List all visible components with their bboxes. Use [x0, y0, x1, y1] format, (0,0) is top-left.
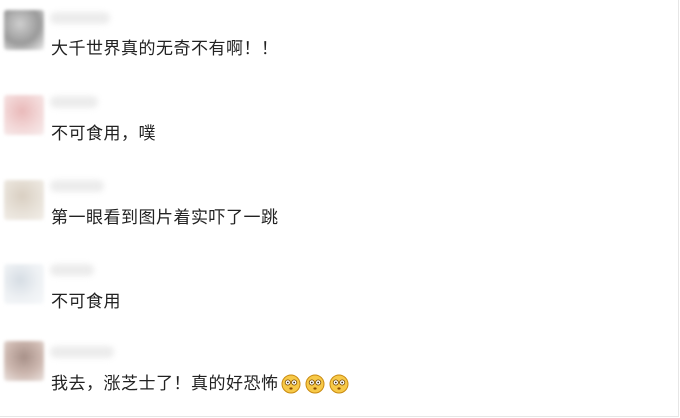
nickname-blurred: [50, 346, 114, 358]
nickname-blurred: [50, 180, 104, 192]
comment-item: 不可食用，噗: [0, 84, 680, 164]
avatar[interactable]: [4, 180, 44, 220]
comment-text: 第一眼看到图片着实吓了一跳: [51, 208, 279, 228]
emoji-row: [281, 374, 349, 394]
avatar[interactable]: [4, 10, 44, 50]
avatar[interactable]: [4, 264, 44, 304]
comment-item: 我去，涨芝士了！真的好恐怖: [0, 334, 680, 414]
avatar[interactable]: [4, 95, 44, 135]
frightened-face-icon: [281, 374, 300, 394]
frightened-face-icon: [305, 374, 324, 394]
nickname-blurred: [50, 96, 98, 108]
comment-item: 不可食用: [0, 250, 680, 330]
comment-item: 第一眼看到图片着实吓了一跳: [0, 166, 680, 246]
comment-panel: 大千世界真的无奇不有啊！！ 不可食用，噗 第一眼看到图片着实吓了一跳 不可食用 …: [0, 0, 679, 417]
comment-text: 我去，涨芝士了！真的好恐怖: [51, 374, 279, 394]
frightened-face-icon: [329, 374, 348, 394]
nickname-blurred: [50, 264, 94, 276]
comment-item: 大千世界真的无奇不有啊！！: [0, 0, 680, 80]
comment-line: 我去，涨芝士了！真的好恐怖: [51, 373, 349, 395]
comment-text: 不可食用: [51, 292, 121, 312]
avatar[interactable]: [4, 341, 44, 381]
nickname-blurred: [50, 12, 110, 24]
comment-text: 不可食用，噗: [51, 124, 156, 144]
comment-text: 大千世界真的无奇不有啊！！: [51, 39, 279, 59]
